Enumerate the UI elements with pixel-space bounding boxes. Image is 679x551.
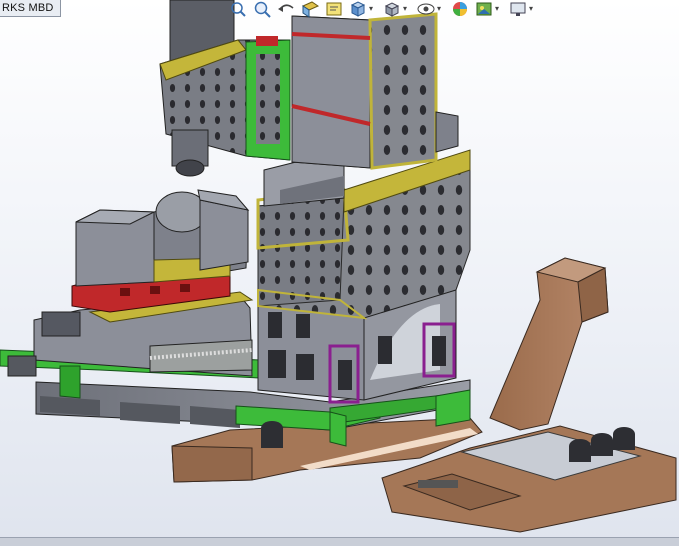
cnc-machine-assembly-model (0, 0, 677, 533)
graphics-area[interactable]: RKS MBD ▾ ▾ ▾ ▾ ▾ (0, 0, 679, 546)
display-style-icon[interactable] (382, 0, 402, 18)
hide-show-items-icon[interactable] (416, 0, 436, 18)
dynamic-annotation-icon[interactable] (324, 0, 344, 18)
mbd-tab-label[interactable]: RKS MBD (0, 0, 61, 17)
column-tower[interactable] (291, 12, 459, 170)
apply-scene-icon[interactable] (474, 0, 494, 18)
view-settings-icon[interactable] (508, 0, 528, 18)
zoom-to-area-icon[interactable] (252, 0, 272, 18)
spindle-head[interactable] (159, 0, 291, 177)
zoom-to-fit-icon[interactable] (228, 0, 248, 18)
chip-conveyor[interactable] (489, 257, 609, 431)
machine-column[interactable] (256, 149, 471, 404)
previous-view-icon[interactable] (276, 0, 296, 18)
chevron-down-icon[interactable]: ▾ (495, 4, 503, 14)
status-strip (0, 537, 679, 546)
tool-magazine[interactable] (197, 189, 250, 271)
section-view-icon[interactable] (300, 0, 320, 18)
edit-appearance-icon[interactable] (450, 0, 470, 18)
chevron-down-icon[interactable]: ▾ (437, 4, 445, 14)
chevron-down-icon[interactable]: ▾ (529, 4, 537, 14)
chevron-down-icon[interactable]: ▾ (369, 4, 377, 14)
chevron-down-icon[interactable]: ▾ (403, 4, 411, 14)
view-orientation-icon[interactable] (348, 0, 368, 18)
heads-up-view-toolbar: ▾ ▾ ▾ ▾ ▾ (226, 0, 586, 20)
